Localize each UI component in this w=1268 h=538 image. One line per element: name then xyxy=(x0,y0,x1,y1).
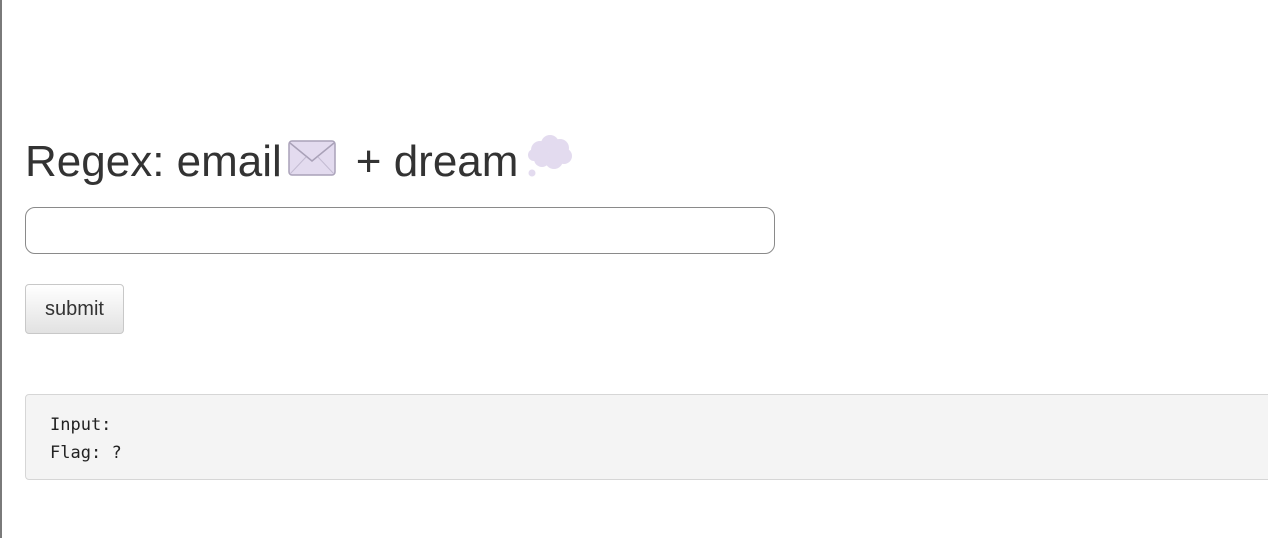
output-flag-label: Flag: xyxy=(50,443,102,463)
output-panel: Input: Flag: ? xyxy=(25,394,1268,480)
output-flag-value: ? xyxy=(111,443,122,463)
output-flag-line: Flag: ? xyxy=(50,439,1250,467)
envelope-icon xyxy=(288,136,336,188)
output-input-line: Input: xyxy=(50,411,1250,439)
thought-balloon-icon xyxy=(526,134,574,190)
title-middle: + dream xyxy=(355,137,519,186)
title-prefix: Regex: email xyxy=(25,137,282,186)
regex-input[interactable] xyxy=(25,207,775,254)
submit-button[interactable]: submit xyxy=(25,284,124,334)
output-input-label: Input: xyxy=(50,415,112,435)
page-title: Regex: email + dream xyxy=(25,134,574,190)
page: Regex: email + dream submit Input: Flag:… xyxy=(0,0,1268,538)
